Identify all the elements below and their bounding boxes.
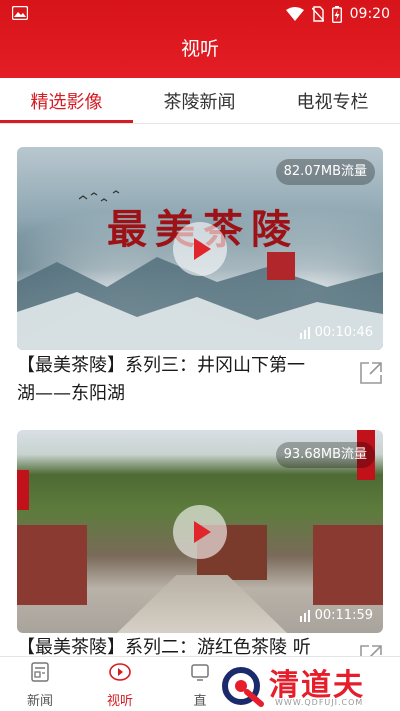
page-title: 视听 — [180, 38, 219, 60]
status-time: 09:20 — [349, 6, 390, 22]
tab-tv-column[interactable]: 电视专栏 — [266, 88, 399, 114]
battery-charging-icon — [331, 5, 342, 23]
no-sim-icon — [311, 6, 324, 22]
signal-bars-icon — [299, 609, 310, 622]
gallery-notification-icon — [12, 6, 28, 20]
seal-stamp — [267, 252, 295, 280]
stone-road — [117, 575, 287, 633]
data-usage-badge: 93.68MB流量 — [275, 442, 375, 468]
status-bar: 09:20 — [0, 0, 400, 28]
watermark-q-icon — [222, 667, 264, 707]
play-button[interactable] — [173, 505, 227, 559]
audiovisual-icon — [109, 663, 131, 681]
wifi-icon — [285, 7, 304, 21]
nav-item-audiovisual[interactable]: 视听 — [90, 661, 150, 709]
nav-label: 视听 — [106, 694, 133, 709]
app-header: 09:20 视听 — [0, 0, 400, 78]
video-duration: 00:10:46 — [299, 325, 373, 340]
data-usage-badge: 82.07MB流量 — [275, 159, 375, 185]
news-icon — [31, 662, 49, 682]
nav-label: 新闻 — [26, 694, 53, 709]
watermark-logo: 清道夫 WWW.QDFUJI.COM — [213, 660, 400, 711]
play-button[interactable] — [173, 222, 227, 276]
red-wall — [17, 525, 87, 605]
red-flag — [17, 470, 29, 510]
video-duration: 00:11:59 — [299, 608, 373, 623]
video-thumbnail[interactable]: 93.68MB流量 00:11:59 — [17, 430, 383, 633]
tab-chaling-news[interactable]: 茶陵新闻 — [133, 88, 266, 114]
active-tab-indicator — [0, 120, 133, 123]
signal-bars-icon — [299, 326, 310, 339]
share-icon[interactable] — [358, 360, 384, 386]
red-wall — [313, 525, 383, 605]
video-title-line: 【最美茶陵】系列三：井冈山下第一 — [17, 355, 305, 376]
video-title-line: 湖——东阳湖 — [17, 383, 125, 404]
nav-item-news[interactable]: 新闻 — [10, 661, 70, 709]
duration-text: 00:11:59 — [314, 608, 373, 623]
tab-featured-videos[interactable]: 精选影像 — [0, 88, 133, 114]
live-icon — [191, 664, 209, 681]
watermark-url: WWW.QDFUJI.COM — [275, 698, 364, 707]
category-tabs: 精选影像 茶陵新闻 电视专栏 — [0, 78, 400, 124]
duration-text: 00:10:46 — [314, 325, 373, 340]
video-title[interactable]: 【最美茶陵】系列三：井冈山下第一 湖——东阳湖 — [17, 352, 342, 408]
video-thumbnail[interactable]: 最美茶陵 82.07MB流量 00:10:46 — [17, 147, 383, 350]
